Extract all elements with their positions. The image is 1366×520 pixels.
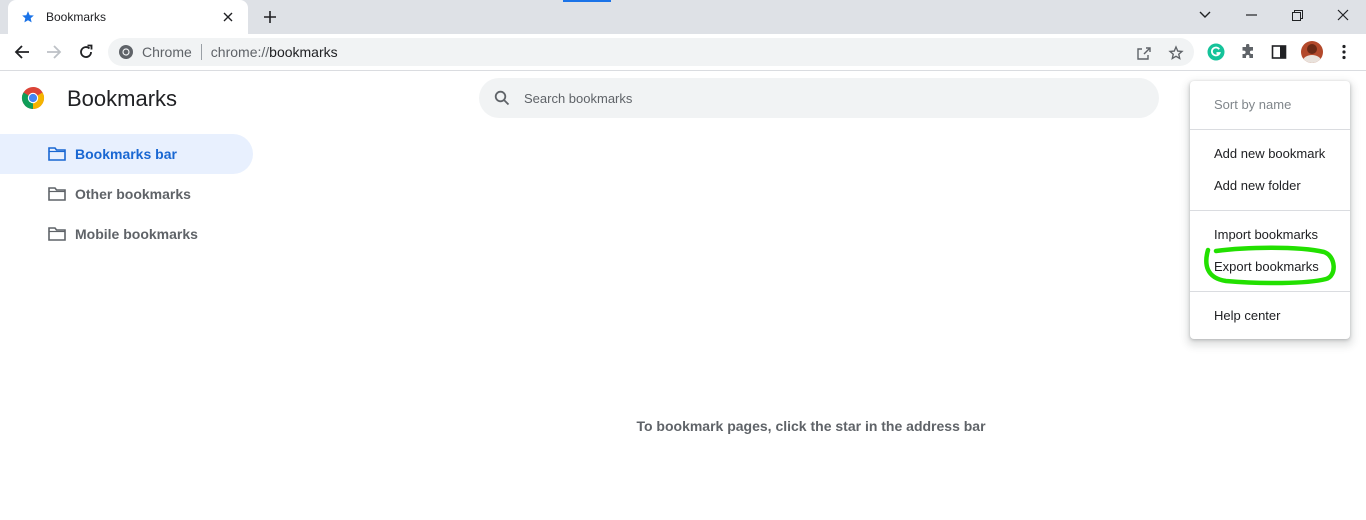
menu-item-help-center[interactable]: Help center: [1190, 299, 1350, 331]
menu-item-add-new-folder[interactable]: Add new folder: [1190, 169, 1350, 201]
url-text: chrome://bookmarks: [211, 44, 338, 60]
site-chip: Chrome: [142, 44, 192, 60]
back-button[interactable]: [8, 38, 36, 66]
close-window-button[interactable]: [1320, 0, 1366, 30]
grammarly-extension-icon[interactable]: [1202, 38, 1230, 66]
folder-icon: [47, 144, 67, 164]
search-bar[interactable]: [479, 78, 1159, 118]
menu-item-import-bookmarks[interactable]: Import bookmarks: [1190, 218, 1350, 250]
new-tab-button[interactable]: [258, 6, 282, 28]
share-icon[interactable]: [1135, 44, 1153, 62]
chrome-logo-icon: [118, 44, 134, 60]
url-scheme: chrome://: [210, 44, 270, 60]
organize-menu: Sort by name Add new bookmark Add new fo…: [1190, 81, 1350, 339]
menu-item-export-bookmarks[interactable]: Export bookmarks: [1190, 250, 1350, 282]
sidebar-item-label: Other bookmarks: [75, 186, 191, 202]
sidebar-item-other-bookmarks[interactable]: Other bookmarks: [0, 174, 253, 214]
side-panel-icon[interactable]: [1265, 38, 1293, 66]
menu-item-add-new-bookmark[interactable]: Add new bookmark: [1190, 137, 1350, 169]
menu-divider: [1190, 210, 1350, 211]
browser-menu-button[interactable]: [1330, 38, 1358, 66]
profile-avatar[interactable]: [1298, 38, 1326, 66]
menu-divider: [1190, 129, 1350, 130]
sidebar: Bookmarks bar Other bookmarks Mobile boo…: [0, 134, 254, 254]
browser-toolbar: Chrome chrome://bookmarks: [0, 34, 1366, 71]
close-icon[interactable]: [218, 7, 238, 27]
avatar: [1301, 41, 1323, 63]
menu-item-sort-by-name[interactable]: Sort by name: [1190, 88, 1350, 120]
folder-icon: [47, 224, 67, 244]
forward-button[interactable]: [40, 38, 68, 66]
reload-button[interactable]: [72, 38, 100, 66]
tab-drag-indicator: [563, 0, 611, 2]
tab-title: Bookmarks: [46, 10, 107, 24]
sidebar-item-label: Bookmarks bar: [75, 146, 177, 162]
tab-bookmarks[interactable]: Bookmarks: [8, 0, 248, 34]
chip-divider: [200, 44, 202, 60]
sidebar-item-bookmarks-bar[interactable]: Bookmarks bar: [0, 134, 253, 174]
empty-state-message: To bookmark pages, click the star in the…: [636, 418, 986, 434]
search-input[interactable]: [524, 90, 1124, 106]
folder-icon: [47, 184, 67, 204]
menu-divider: [1190, 291, 1350, 292]
bookmark-star-icon[interactable]: [1167, 44, 1185, 62]
address-bar[interactable]: Chrome chrome://bookmarks: [108, 38, 1194, 66]
minimize-button[interactable]: [1228, 0, 1274, 30]
sidebar-item-label: Mobile bookmarks: [75, 226, 198, 242]
tab-search-button[interactable]: [1182, 0, 1228, 30]
chrome-logo-icon: [21, 86, 45, 110]
page-title: Bookmarks: [67, 86, 178, 111]
sidebar-item-mobile-bookmarks[interactable]: Mobile bookmarks: [0, 214, 253, 254]
search-icon: [493, 89, 511, 107]
tab-strip: Bookmarks: [0, 0, 1366, 34]
star-icon: [20, 9, 36, 25]
restore-button[interactable]: [1274, 0, 1320, 30]
url-host: bookmarks: [269, 44, 338, 60]
extensions-puzzle-icon[interactable]: [1234, 38, 1262, 66]
